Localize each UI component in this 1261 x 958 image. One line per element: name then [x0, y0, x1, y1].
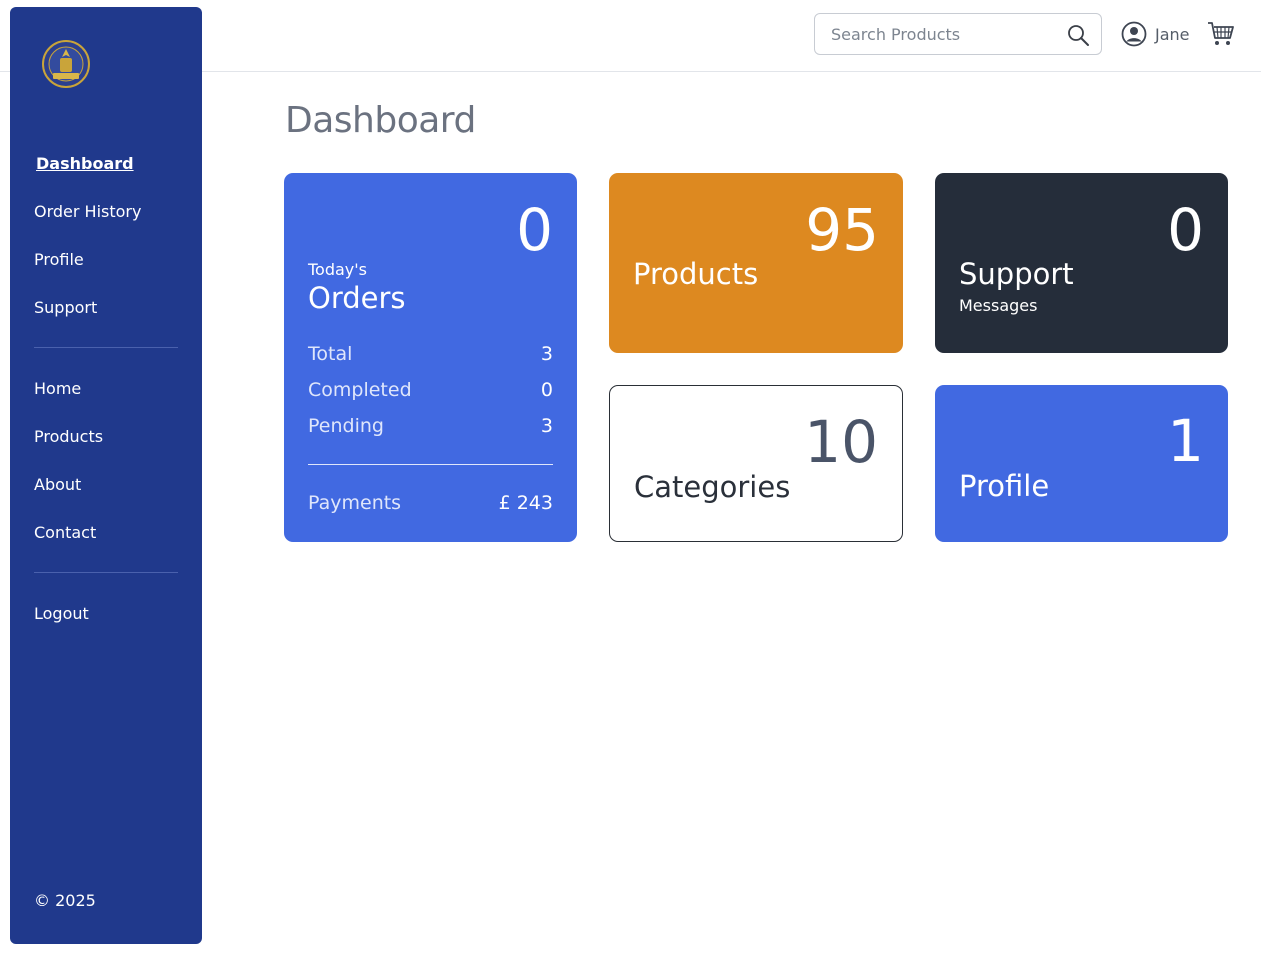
sidebar-item-dashboard[interactable]: Dashboard	[36, 154, 134, 173]
orders-stat-completed: Completed 0	[308, 379, 553, 401]
sidebar-item-profile[interactable]: Profile	[34, 250, 84, 269]
payments-label: Payments	[308, 492, 402, 514]
search-icon[interactable]	[1066, 23, 1090, 47]
user-name: Jane	[1155, 24, 1190, 44]
support-count: 0	[1167, 196, 1204, 264]
stat-value: 3	[540, 415, 553, 437]
orders-divider	[308, 464, 553, 465]
support-label: Support	[959, 257, 1074, 291]
copyright: © 2025	[34, 891, 96, 910]
orders-label: Orders	[308, 281, 406, 315]
orders-count: 0	[516, 196, 553, 264]
search-box[interactable]	[814, 13, 1102, 55]
orders-label-small: Today's	[308, 260, 368, 279]
categories-card[interactable]: 10 Categories	[609, 385, 903, 542]
sidebar-item-order-history[interactable]: Order History	[34, 202, 141, 221]
sidebar-divider	[34, 572, 178, 573]
sidebar: Dashboard Order History Profile Support …	[10, 7, 202, 944]
stat-value: 3	[540, 343, 553, 365]
payments-value: £ 243	[498, 492, 553, 514]
logo[interactable]	[41, 39, 91, 89]
products-label: Products	[633, 257, 759, 291]
sidebar-item-logout[interactable]: Logout	[34, 604, 89, 623]
products-card[interactable]: 95 Products	[609, 173, 903, 353]
stat-value: 0	[540, 379, 553, 401]
stat-label: Pending	[308, 415, 384, 437]
orders-card[interactable]: 0 Today's Orders Total 3 Completed 0 Pen…	[284, 173, 577, 542]
search-input[interactable]	[831, 14, 1061, 54]
categories-count: 10	[804, 408, 878, 476]
user-menu[interactable]: Jane	[1121, 20, 1190, 48]
orders-payments: Payments £ 243	[308, 492, 553, 514]
cart-icon[interactable]	[1207, 20, 1234, 47]
orders-stat-pending: Pending 3	[308, 415, 553, 437]
stat-label: Total	[308, 343, 353, 365]
sidebar-item-about[interactable]: About	[34, 475, 81, 494]
sidebar-item-contact[interactable]: Contact	[34, 523, 96, 542]
page-title: Dashboard	[285, 100, 476, 141]
products-count: 95	[805, 196, 879, 264]
sidebar-item-home[interactable]: Home	[34, 379, 81, 398]
support-card[interactable]: 0 Support Messages	[935, 173, 1228, 353]
support-sublabel: Messages	[959, 296, 1038, 315]
profile-count: 1	[1167, 407, 1204, 475]
categories-label: Categories	[634, 470, 791, 504]
sidebar-divider	[34, 347, 178, 348]
stat-label: Completed	[308, 379, 412, 401]
profile-card[interactable]: 1 Profile	[935, 385, 1228, 542]
orders-stat-total: Total 3	[308, 343, 553, 365]
profile-label: Profile	[959, 469, 1050, 503]
sidebar-item-products[interactable]: Products	[34, 427, 103, 446]
user-avatar-icon	[1121, 21, 1147, 47]
sidebar-item-support[interactable]: Support	[34, 298, 97, 317]
